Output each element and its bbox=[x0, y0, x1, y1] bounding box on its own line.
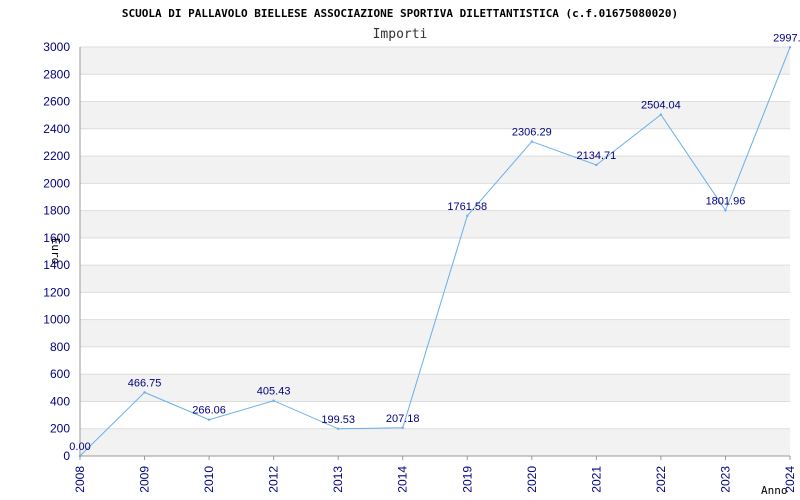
y-tick-label: 2800 bbox=[43, 67, 70, 81]
x-tick-label: 2012 bbox=[267, 466, 281, 493]
x-tick-label: 2021 bbox=[589, 466, 603, 493]
data-point bbox=[724, 209, 727, 212]
x-tick-label: 2019 bbox=[460, 466, 474, 493]
data-point bbox=[207, 418, 211, 421]
data-label: 2134.71 bbox=[576, 150, 616, 162]
x-axis-label: Anno bbox=[761, 484, 788, 497]
chart-subtitle: Importi bbox=[373, 27, 428, 42]
x-tick-label: 2022 bbox=[654, 466, 668, 493]
y-tick-label: 200 bbox=[50, 422, 70, 436]
y-axis-label: Euro bbox=[49, 238, 62, 265]
data-point bbox=[143, 391, 146, 394]
data-point bbox=[595, 163, 598, 167]
grid-band bbox=[80, 47, 790, 75]
data-label: 2504.04 bbox=[641, 100, 681, 112]
x-tick-label: 2020 bbox=[525, 466, 539, 493]
data-label: 1761.58 bbox=[447, 201, 487, 213]
data-label: 266.06 bbox=[192, 405, 226, 417]
data-point bbox=[78, 454, 82, 458]
chart-title: SCUOLA DI PALLAVOLO BIELLESE ASSOCIAZION… bbox=[122, 7, 678, 20]
grid-band bbox=[80, 265, 790, 293]
grid-band bbox=[80, 319, 790, 347]
y-tick-label: 1000 bbox=[43, 313, 70, 327]
y-tick-label: 2600 bbox=[43, 95, 70, 109]
data-label: 405.43 bbox=[257, 386, 291, 398]
x-tick-labels: 2008 2009 2010 2012 2013 2014 2019 2020 2021 2022… bbox=[73, 466, 797, 493]
data-label: 466.75 bbox=[128, 377, 162, 389]
y-tick-label: 3000 bbox=[43, 40, 70, 54]
y-tick-label: 800 bbox=[50, 340, 70, 354]
y-tick-label: 2400 bbox=[43, 122, 70, 136]
grid-band bbox=[80, 428, 790, 456]
data-point bbox=[659, 113, 663, 116]
data-label: 207.18 bbox=[386, 413, 420, 425]
grid-band bbox=[80, 101, 790, 129]
x-tick-label: 2023 bbox=[718, 466, 732, 493]
x-tick-label: 2014 bbox=[396, 466, 410, 493]
grid-bands bbox=[80, 47, 790, 456]
data-point bbox=[336, 427, 340, 430]
y-tick-label: 1200 bbox=[43, 285, 70, 299]
data-point bbox=[401, 426, 404, 429]
grid-band bbox=[80, 210, 790, 238]
y-tick-label: 400 bbox=[50, 394, 70, 408]
x-tick-label: 2013 bbox=[331, 466, 345, 493]
data-label: 0.00 bbox=[69, 441, 90, 453]
data-point bbox=[272, 399, 275, 402]
grid-band bbox=[80, 156, 790, 184]
y-tick-label: 1800 bbox=[43, 204, 70, 218]
data-label: 2306.29 bbox=[512, 127, 552, 139]
data-point bbox=[530, 140, 534, 143]
grid-band bbox=[80, 374, 790, 402]
line-chart: 0200400600800100012001400160018002000220… bbox=[43, 7, 800, 497]
y-tick-label: 2000 bbox=[43, 176, 70, 190]
data-point bbox=[466, 214, 469, 218]
x-tick-label: 2010 bbox=[202, 466, 216, 493]
data-label: 1801.96 bbox=[706, 195, 746, 207]
y-tick-label: 2200 bbox=[43, 149, 70, 163]
y-tick-label: 600 bbox=[50, 367, 70, 381]
data-point bbox=[788, 46, 792, 49]
x-tick-label: 2009 bbox=[138, 466, 152, 493]
data-label: 2997.8 bbox=[773, 32, 800, 44]
data-label: 199.53 bbox=[321, 414, 355, 426]
x-tick-label: 2008 bbox=[73, 466, 87, 493]
